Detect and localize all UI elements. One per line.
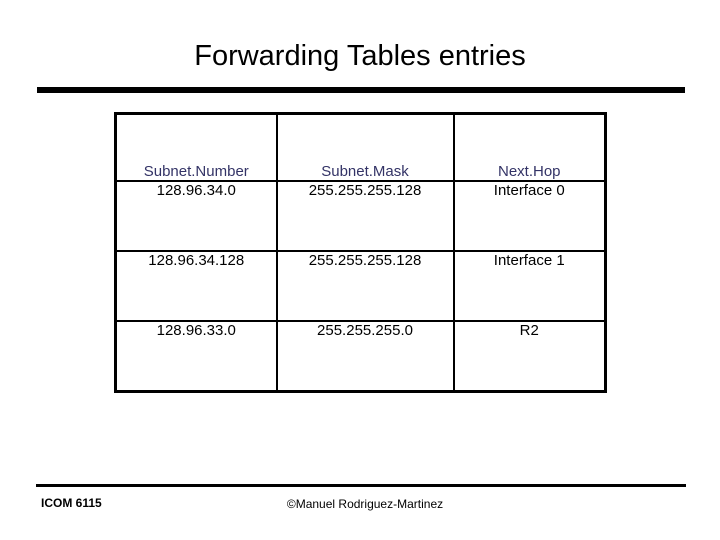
title-divider-rule bbox=[37, 87, 685, 93]
column-header-subnet-mask: Subnet.Mask bbox=[275, 112, 455, 182]
cell-next-hop: Interface 1 bbox=[452, 250, 607, 322]
cell-subnet-number: 128.96.34.128 bbox=[114, 250, 278, 322]
cell-subnet-number: 128.96.33.0 bbox=[114, 320, 278, 393]
cell-subnet-mask: 255.255.255.128 bbox=[275, 250, 455, 322]
cell-subnet-number: 128.96.34.0 bbox=[114, 180, 278, 252]
cell-subnet-mask: 255.255.255.0 bbox=[275, 320, 455, 393]
cell-subnet-mask: 255.255.255.128 bbox=[275, 180, 455, 252]
footer-course-label: ICOM 6115 bbox=[41, 496, 102, 510]
forwarding-table: Subnet.Number Subnet.Mask Next.Hop 128.9… bbox=[114, 112, 607, 393]
cell-next-hop: R2 bbox=[452, 320, 607, 393]
footer-divider-rule bbox=[36, 484, 686, 487]
table-row: 128.96.34.128 255.255.255.128 Interface … bbox=[114, 250, 607, 322]
column-header-subnet-number: Subnet.Number bbox=[114, 112, 278, 182]
slide-canvas: Forwarding Tables entries Subnet.Number … bbox=[0, 0, 720, 540]
footer-copyright-label: ©Manuel Rodriguez-Martinez bbox=[286, 497, 444, 511]
page-title: Forwarding Tables entries bbox=[194, 40, 526, 72]
table-row: 128.96.34.0 255.255.255.128 Interface 0 bbox=[114, 180, 607, 252]
cell-next-hop: Interface 0 bbox=[452, 180, 607, 252]
table-row: 128.96.33.0 255.255.255.0 R2 bbox=[114, 320, 607, 393]
column-header-next-hop: Next.Hop bbox=[452, 112, 607, 182]
table-header-row: Subnet.Number Subnet.Mask Next.Hop bbox=[114, 112, 607, 182]
